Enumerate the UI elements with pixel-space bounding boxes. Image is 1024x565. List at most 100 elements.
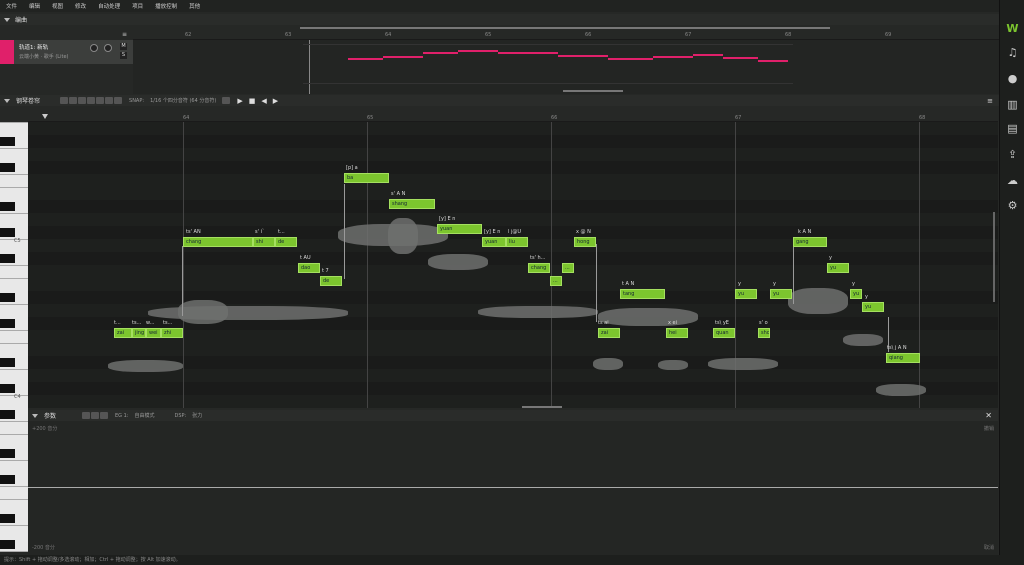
note[interactable]: yu (735, 289, 757, 299)
black-key[interactable] (0, 449, 15, 458)
note[interactable]: chang (183, 237, 253, 247)
export-icon[interactable]: ⇪ (1006, 148, 1019, 161)
piano-roll-ruler[interactable]: 64 65 66 67 68 (28, 114, 998, 122)
eraser-tool-icon[interactable] (100, 412, 109, 419)
piano-roll-grid[interactable]: zai jing wei zhi chang shi de dao de ba … (28, 122, 998, 408)
curve-tool-icon[interactable] (78, 97, 87, 104)
track-singer[interactable]: 云端小黄 · 歌手 (Lite) (19, 53, 68, 60)
note[interactable]: yu (770, 289, 792, 299)
note[interactable]: gang (793, 237, 827, 247)
menu-file[interactable]: 文件 (6, 2, 17, 10)
menu-auto[interactable]: 自动处理 (98, 2, 120, 10)
split-tool-icon[interactable] (114, 97, 123, 104)
collapse-chevron-icon[interactable] (32, 413, 38, 418)
track-name[interactable]: 轨道1: 新轨 (19, 43, 48, 51)
note[interactable]: chang (528, 263, 550, 273)
black-key[interactable] (0, 514, 15, 523)
book-icon[interactable]: ▤ (1006, 122, 1019, 135)
black-key[interactable] (0, 358, 15, 367)
black-key[interactable] (0, 410, 15, 419)
black-key[interactable] (0, 384, 15, 393)
note[interactable]: zai (114, 328, 132, 338)
black-key[interactable] (0, 319, 15, 328)
arrangement-ruler[interactable]: 62 63 64 65 66 67 68 69 (133, 31, 999, 40)
play-icon[interactable]: ▶ (237, 97, 242, 105)
params-canvas[interactable]: +200 音分 撤销 -200 音分 取消 (28, 421, 998, 555)
snap-select[interactable]: 1/16 个四分音符 (64 分音符) (150, 97, 216, 104)
volume-knob[interactable] (90, 44, 98, 52)
mode-select[interactable]: 自由模式 (135, 412, 155, 419)
settings-gear-icon[interactable]: ⚙ (1006, 199, 1019, 212)
note[interactable]: yu (850, 289, 862, 299)
note[interactable]: de (320, 276, 342, 286)
note[interactable]: shi (253, 237, 275, 247)
note[interactable]: wei (146, 328, 161, 338)
menu-project[interactable]: 项目 (132, 2, 143, 10)
black-key[interactable] (0, 202, 15, 211)
music-note-icon[interactable]: ♫ (1006, 46, 1019, 59)
panel-menu-icon[interactable]: ≡ (987, 97, 993, 105)
note[interactable]: shou (758, 328, 770, 338)
note[interactable]: de (275, 237, 297, 247)
next-icon[interactable]: ▶ (273, 97, 278, 105)
black-key[interactable] (0, 475, 15, 484)
playhead-marker-icon[interactable] (42, 114, 48, 119)
piano-roll-hscrollbar[interactable] (522, 406, 562, 408)
vertical-scrollbar[interactable] (993, 212, 995, 302)
line-tool-icon[interactable] (87, 97, 96, 104)
black-key[interactable] (0, 540, 15, 549)
note[interactable]: tang (620, 289, 665, 299)
pan-knob[interactable] (104, 44, 112, 52)
black-key[interactable] (0, 163, 15, 172)
menu-other[interactable]: 其他 (189, 2, 200, 10)
menu-view[interactable]: 视图 (52, 2, 63, 10)
select-tool-icon[interactable] (60, 97, 69, 104)
note[interactable]: yu (827, 263, 849, 273)
note[interactable]: hong (574, 237, 596, 247)
previous-icon[interactable]: ◀ (261, 97, 266, 105)
note[interactable]: zai (598, 328, 620, 338)
note[interactable]: hei (666, 328, 688, 338)
pencil-tool-icon[interactable] (91, 412, 100, 419)
mute-button[interactable]: M (120, 43, 127, 50)
eraser-tool-icon[interactable] (105, 97, 114, 104)
loop-icon[interactable] (222, 97, 231, 104)
note[interactable]: ba (344, 173, 389, 183)
select-tool-icon[interactable] (82, 412, 91, 419)
black-key[interactable] (0, 293, 15, 302)
arrangement-header[interactable]: 编曲 (0, 14, 999, 25)
track-clip[interactable] (303, 44, 793, 84)
stop-icon[interactable]: ■ (249, 97, 256, 105)
track-lane[interactable] (133, 40, 999, 94)
note[interactable]: yu (862, 302, 884, 312)
black-key[interactable] (0, 228, 15, 237)
track-lane-scrollbar[interactable] (563, 90, 623, 92)
note[interactable]: yuan (482, 237, 506, 247)
black-key[interactable] (0, 254, 15, 263)
note[interactable]: dao (298, 263, 320, 273)
param-cancel-label[interactable]: 取消 (984, 544, 994, 551)
cloud-icon[interactable]: ☁ (1006, 174, 1019, 187)
note[interactable]: zhi (161, 328, 183, 338)
solo-button[interactable]: S (120, 52, 127, 59)
piano-roll-header[interactable]: 钢琴卷帘 SNAP: 1/16 个四分音符 (64 分音符) ▶ ■ ◀ ▶ ≡ (0, 95, 999, 106)
note[interactable]: liu (506, 237, 528, 247)
note[interactable]: jing (132, 328, 146, 338)
params-header[interactable]: 参数 EG 1: 自由模式 DSP: 张力 ✕ (28, 410, 998, 421)
track-row[interactable]: 轨道1: 新轨 云端小黄 · 歌手 (Lite) M S (0, 40, 133, 64)
collapse-chevron-icon[interactable] (4, 17, 10, 22)
arrangement-scrollbar[interactable] (300, 27, 830, 29)
menu-playback[interactable]: 播放控制 (155, 2, 177, 10)
menu-edit[interactable]: 编辑 (29, 2, 40, 10)
note[interactable]: ... (562, 263, 574, 273)
vibrato-tool-icon[interactable] (96, 97, 105, 104)
pencil-tool-icon[interactable] (69, 97, 78, 104)
collapse-chevron-icon[interactable] (4, 98, 10, 103)
microphone-icon[interactable]: ● (1006, 72, 1019, 85)
piano-keyboard[interactable] (0, 122, 28, 552)
note[interactable]: ... (550, 276, 562, 286)
param-undo-label[interactable]: 撤销 (984, 425, 994, 432)
note[interactable]: qiang (886, 353, 920, 363)
note[interactable]: quan (713, 328, 735, 338)
note[interactable]: yuan (437, 224, 482, 234)
